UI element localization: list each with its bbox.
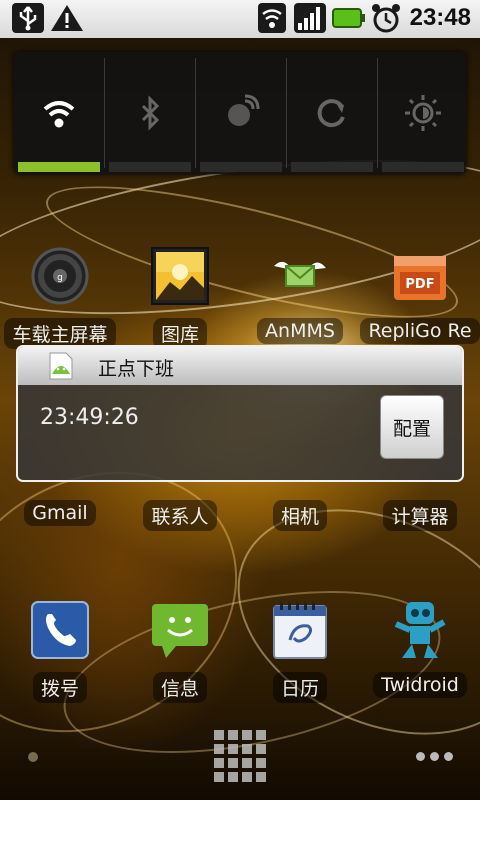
brightness-indicator: [382, 162, 464, 172]
app-calendar[interactable]: 日历: [240, 600, 360, 720]
app-label: 拨号: [32, 672, 87, 703]
app-messaging[interactable]: 信息: [120, 600, 240, 720]
wifi-indicator: [18, 162, 100, 172]
sync-indicator: [291, 162, 373, 172]
bluetooth-icon: [141, 95, 159, 131]
phone-icon: [31, 601, 89, 659]
alarm-icon: [372, 4, 400, 33]
app-label: Twidroid: [373, 672, 467, 698]
app-drawer-icon[interactable]: [214, 730, 266, 782]
config-button[interactable]: 配置: [380, 395, 444, 459]
steering-wheel-icon: g: [31, 247, 89, 305]
dock: [0, 728, 480, 788]
app-label: RepliGo Re: [360, 318, 480, 344]
gallery-icon: [151, 247, 209, 305]
app-label: 联系人: [143, 500, 217, 531]
app-icon: [49, 352, 73, 380]
app-label: 日历: [272, 672, 327, 703]
message-icon: [152, 604, 208, 658]
brightness-toggle[interactable]: [378, 52, 467, 174]
signal-icon: [294, 3, 326, 33]
status-time: 23:48: [409, 4, 471, 31]
widget-header: 正点下班: [18, 347, 462, 385]
svg-text:PDF: PDF: [405, 277, 434, 292]
winged-envelope-icon: [274, 261, 326, 287]
widget-title: 正点下班: [98, 358, 175, 380]
gps-indicator: [200, 162, 282, 172]
app-label: 相机: [272, 500, 327, 531]
left-page-indicator[interactable]: [28, 752, 38, 762]
wifi-toggle[interactable]: [14, 52, 103, 174]
battery-icon: [332, 8, 365, 28]
app-label: 计算器: [383, 500, 457, 531]
off-work-widget: 正点下班 23:49:26 配置: [16, 345, 464, 482]
sync-toggle[interactable]: [287, 52, 376, 174]
bluetooth-indicator: [109, 162, 191, 172]
app-twidroid[interactable]: Twidroid: [360, 600, 480, 720]
app-label: 信息: [152, 672, 207, 703]
gps-toggle[interactable]: [196, 52, 285, 174]
power-control-widget: [14, 52, 466, 174]
brightness-icon: [404, 95, 441, 131]
warning-icon: [51, 5, 83, 31]
pdf-icon: PDF: [394, 256, 446, 300]
bluetooth-toggle[interactable]: [105, 52, 194, 174]
wifi-icon: [258, 3, 286, 33]
usb-icon: [12, 3, 44, 33]
calendar-icon: [273, 602, 327, 659]
app-label: AnMMS: [257, 318, 343, 344]
robot-icon: [394, 602, 446, 658]
status-bar[interactable]: 23:48: [0, 0, 480, 38]
svg-text:g: g: [57, 273, 63, 283]
app-label: Gmail: [24, 500, 96, 526]
app-dialer[interactable]: 拨号: [0, 600, 120, 720]
sync-icon: [317, 99, 345, 128]
right-page-indicator[interactable]: [416, 750, 456, 764]
wifi-icon: [43, 101, 74, 128]
gps-icon: [227, 94, 259, 126]
widget-clock: 23:49:26: [40, 405, 139, 430]
